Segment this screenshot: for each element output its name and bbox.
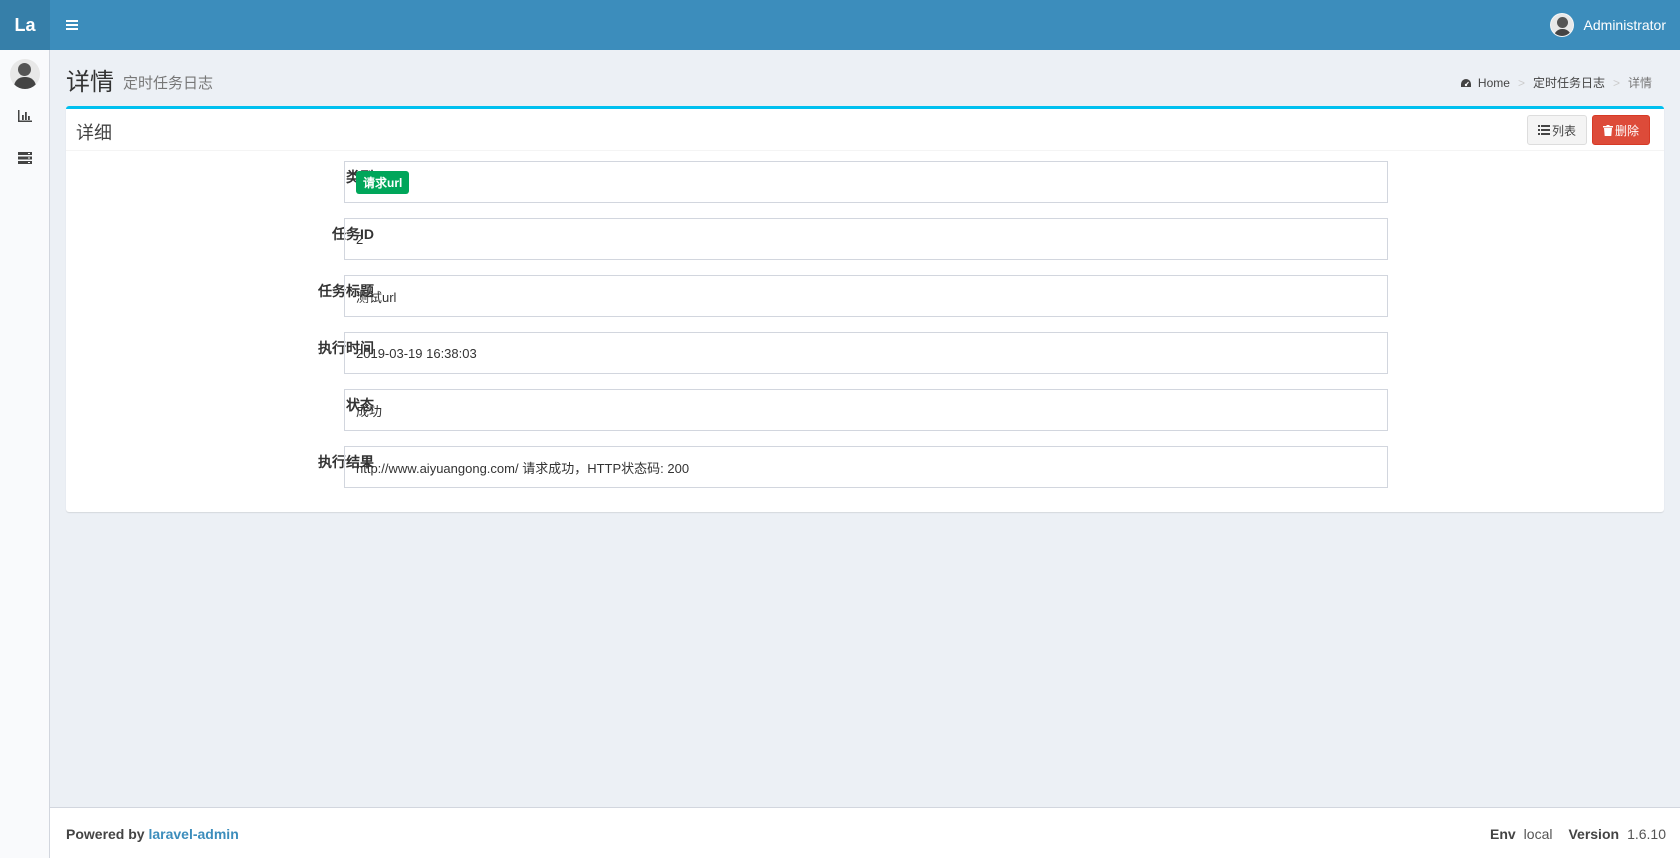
sidebar-toggle-button[interactable] [58,13,86,37]
powered-by-label: Powered by [66,826,145,842]
sidebar [0,50,50,858]
trash-icon [1602,124,1613,136]
detail-box: 详细 列表 删除 类型 请求url 任务ID 2 任务标题 测试url 执行时间… [66,106,1664,512]
top-navbar: La Administrator [0,0,1680,50]
footer: Powered by laravel-admin Env local Versi… [50,807,1680,858]
hamburger-icon [66,20,78,30]
env-value: local [1523,826,1553,842]
page-title: 详情 [66,69,114,96]
env-label: Env [1489,826,1516,842]
field-value-status: 成功 [344,389,1388,431]
footer-meta: Env local Version 1.6.10 [1490,826,1666,842]
field-value-task-id: 2 [344,218,1388,260]
breadcrumb-current: 详情 [1627,76,1652,90]
list-icon [1537,125,1550,135]
version-value: 1.6.10 [1627,826,1666,842]
box-title: 详细 [76,123,112,143]
list-button[interactable]: 列表 [1527,115,1587,145]
box-header: 详细 列表 删除 [66,109,1664,151]
app-logo[interactable]: La [0,0,50,50]
breadcrumb-section[interactable]: 定时任务日志 [1533,74,1605,91]
bar-chart-icon[interactable] [15,106,35,126]
breadcrumb-home[interactable]: Home [1478,76,1510,90]
delete-button-label: 删除 [1614,123,1639,138]
laravel-admin-link[interactable]: laravel-admin [148,826,238,842]
delete-button[interactable]: 删除 [1592,115,1650,145]
user-name: Administrator [1583,17,1666,33]
user-menu[interactable]: Administrator [1549,13,1666,37]
version-label: Version [1568,826,1620,842]
user-avatar [1549,13,1574,37]
field-value-task-title: 测试url [344,275,1388,317]
breadcrumb: Home > 定时任务日志 > 详情 [1460,74,1652,91]
type-badge: 请求url [356,170,410,194]
field-value-type: 请求url [344,161,1388,203]
sidebar-user-avatar[interactable] [10,59,40,89]
breadcrumb-separator: > [1612,75,1620,90]
breadcrumb-separator: > [1517,75,1525,90]
footer-credit: Powered by laravel-admin [66,826,239,842]
server-list-icon[interactable] [15,148,35,168]
field-value-exec-time: 2019-03-19 16:38:03 [344,332,1388,374]
page-subtitle: 定时任务日志 [123,75,214,92]
list-button-label: 列表 [1551,123,1576,138]
field-value-exec-result: http://www.aiyuangong.com/ 请求成功，HTTP状态码:… [344,446,1388,488]
dashboard-icon [1460,78,1471,87]
